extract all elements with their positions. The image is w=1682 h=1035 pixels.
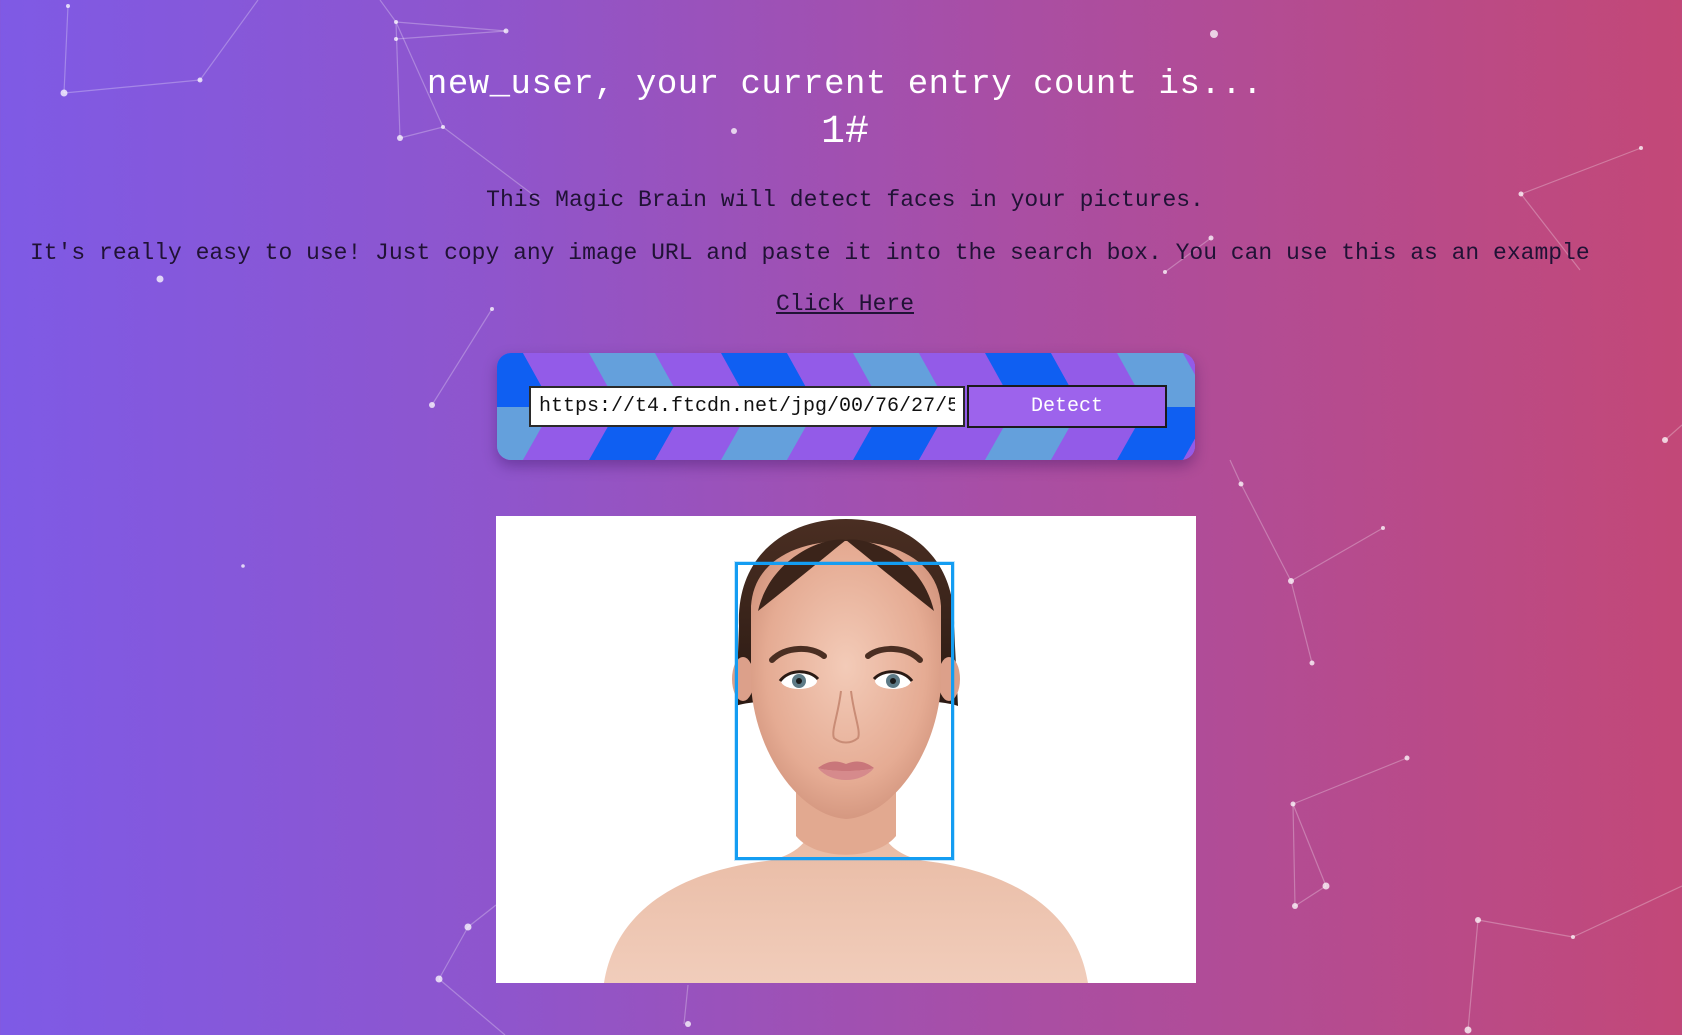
detect-button[interactable]: Detect xyxy=(967,385,1167,428)
face-bounding-box xyxy=(735,562,954,860)
result-image-frame xyxy=(496,516,1196,983)
example-link[interactable]: Click Here xyxy=(0,291,1682,317)
intro-line-1: This Magic Brain will detect faces in yo… xyxy=(486,187,1204,213)
image-url-form: Detect xyxy=(497,353,1195,460)
image-url-input[interactable] xyxy=(529,386,965,427)
entry-count-heading: new_user, your current entry count is... xyxy=(426,66,1264,104)
intro-line-2: It's really easy to use! Just copy any i… xyxy=(30,240,1590,266)
entry-count-value: 1# xyxy=(820,110,869,155)
